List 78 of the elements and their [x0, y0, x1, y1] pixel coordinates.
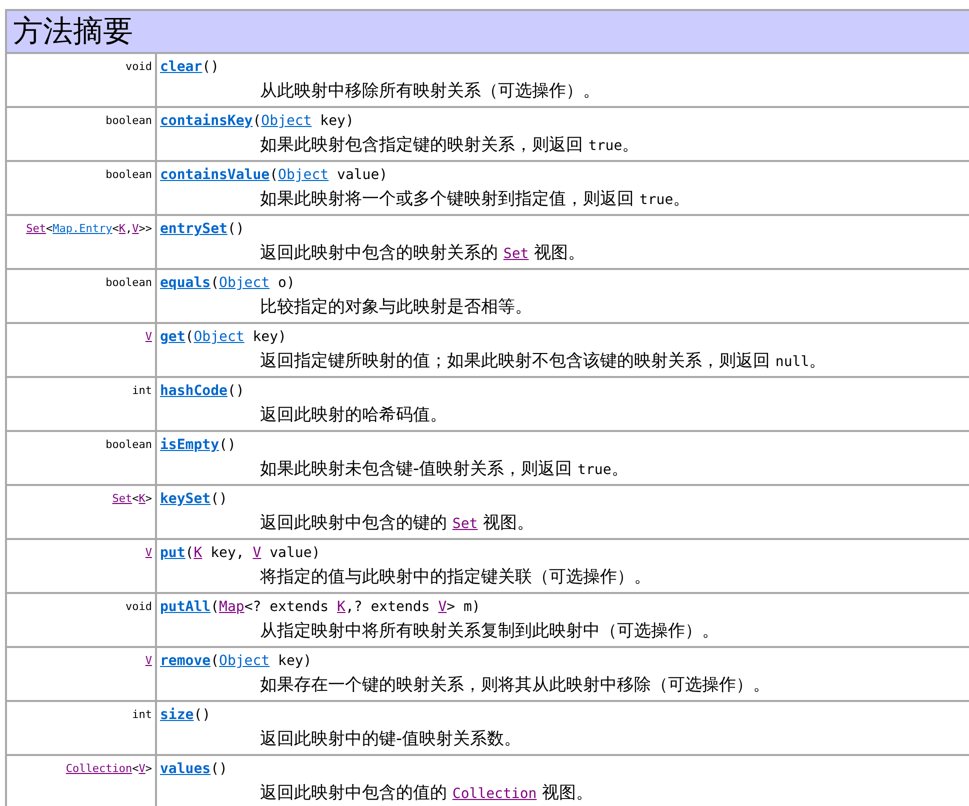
method-description: 从此映射中移除所有映射关系（可选操作）。 — [260, 81, 600, 101]
type-link[interactable]: V — [145, 546, 152, 559]
type-link[interactable]: Set — [452, 516, 478, 532]
method-signature: values() — [160, 761, 228, 777]
return-type: Collection<V> — [66, 762, 152, 775]
method-description: 返回此映射中包含的键的 Set 视图。 — [260, 513, 534, 533]
return-type: boolean — [106, 276, 152, 289]
type-link[interactable]: Set — [26, 222, 46, 235]
method-link[interactable]: containsKey — [160, 113, 253, 129]
return-type: void — [126, 600, 152, 613]
type-link[interactable]: Map — [219, 599, 244, 615]
method-link[interactable]: values — [160, 761, 211, 777]
method-description: 返回此映射中的键-值映射关系数。 — [260, 729, 522, 749]
return-type: int — [132, 708, 152, 721]
method-link[interactable]: size — [160, 707, 194, 723]
method-signature: entrySet() — [160, 221, 244, 237]
method-description: 返回此映射的哈希码值。 — [260, 405, 447, 425]
method-signature: size() — [160, 707, 211, 723]
section-title: 方法摘要 — [6, 10, 969, 53]
type-link[interactable]: Collection — [452, 786, 537, 802]
method-description: 将指定的值与此映射中的指定键关联（可选操作）。 — [260, 567, 651, 587]
type-link[interactable]: V — [138, 762, 146, 775]
return-type: boolean — [106, 114, 152, 127]
method-signature: containsValue(Object value) — [160, 167, 388, 183]
return-type: Set<Map.Entry<K,V>> — [26, 222, 152, 235]
method-signature: put(K key, V value) — [160, 545, 320, 561]
type-link[interactable]: Object — [219, 653, 270, 669]
type-link[interactable]: V — [438, 599, 447, 615]
type-link[interactable]: V — [132, 222, 139, 235]
type-link[interactable]: K — [194, 545, 202, 561]
return-type: Set<K> — [112, 492, 152, 505]
type-link[interactable]: K — [337, 599, 346, 615]
method-link[interactable]: hashCode — [160, 383, 228, 399]
method-signature: clear() — [160, 59, 220, 75]
type-link[interactable]: Set — [503, 246, 529, 262]
method-description: 如果此映射将一个或多个键映射到指定值，则返回 true。 — [260, 189, 690, 209]
method-description: 如果存在一个键的映射关系，则将其从此映射中移除（可选操作）。 — [260, 675, 770, 695]
type-link[interactable]: Map.Entry — [52, 222, 112, 235]
return-type: boolean — [106, 438, 152, 451]
method-link[interactable]: remove — [160, 653, 211, 669]
return-type: boolean — [106, 168, 152, 181]
type-link[interactable]: Object — [194, 329, 244, 345]
method-description: 返回指定键所映射的值；如果此映射不包含该键的映射关系，则返回 null。 — [260, 351, 826, 371]
method-description: 比较指定的对象与此映射是否相等。 — [260, 297, 532, 317]
method-description: 返回此映射中包含的值的 Collection 视图。 — [260, 783, 594, 803]
method-signature: equals(Object o) — [160, 275, 295, 291]
method-link[interactable]: entrySet — [160, 221, 228, 237]
type-link[interactable]: V — [145, 654, 152, 667]
type-link[interactable]: V — [145, 330, 152, 343]
method-link[interactable]: equals — [160, 275, 211, 291]
type-link[interactable]: Object — [219, 275, 270, 291]
return-type: void — [126, 60, 152, 73]
method-signature: isEmpty() — [160, 437, 236, 453]
method-description: 如果此映射未包含键-值映射关系，则返回 true。 — [260, 459, 628, 479]
method-signature: keySet() — [160, 491, 228, 507]
method-link[interactable]: get — [160, 329, 186, 345]
method-link[interactable]: keySet — [160, 491, 211, 507]
method-link[interactable]: putAll — [160, 599, 211, 615]
type-link[interactable]: Object — [261, 113, 312, 129]
method-signature: hashCode() — [160, 383, 244, 399]
type-link[interactable]: V — [252, 545, 262, 561]
method-description: 如果此映射包含指定键的映射关系，则返回 true。 — [260, 135, 640, 155]
type-link[interactable]: Set — [112, 492, 132, 505]
method-signature: get(Object key) — [160, 329, 286, 345]
type-link[interactable]: K — [118, 222, 126, 235]
type-link[interactable]: Object — [278, 167, 329, 183]
method-link[interactable]: clear — [160, 59, 202, 75]
return-type: int — [132, 384, 152, 397]
method-description: 返回此映射中包含的映射关系的 Set 视图。 — [260, 243, 586, 263]
method-link[interactable]: containsValue — [160, 167, 270, 183]
method-description: 从指定映射中将所有映射关系复制到此映射中（可选操作）。 — [260, 621, 719, 641]
method-signature: remove(Object key) — [160, 653, 312, 669]
type-link[interactable]: K — [138, 492, 146, 505]
method-link[interactable]: isEmpty — [160, 437, 220, 453]
type-link[interactable]: Collection — [66, 762, 132, 775]
method-signature: putAll(Map<? extends K,? extends V> m) — [160, 599, 480, 615]
method-signature: containsKey(Object key) — [160, 113, 354, 129]
method-link[interactable]: put — [160, 545, 186, 561]
